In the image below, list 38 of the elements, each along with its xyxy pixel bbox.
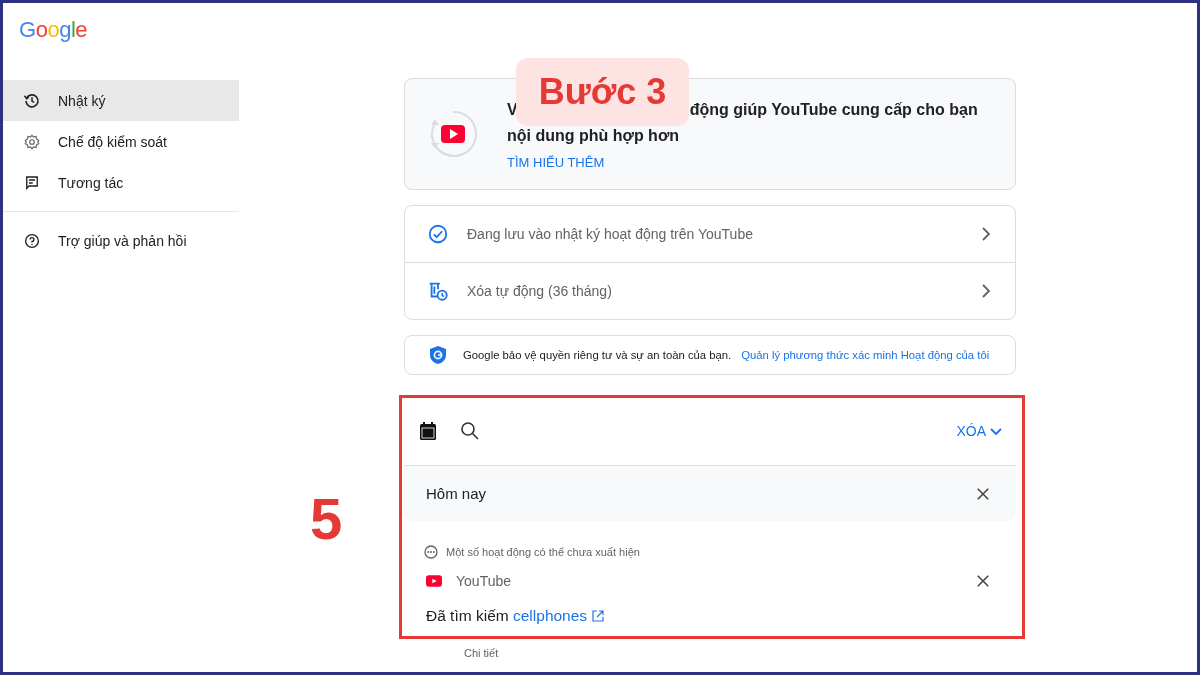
- close-icon[interactable]: [976, 574, 990, 588]
- activity-text: Đã tìm kiếm cellphones: [426, 607, 588, 625]
- notice-text: Một số hoạt động có thể chưa xuất hiện: [446, 546, 640, 558]
- google-shield-icon: [429, 345, 447, 365]
- chevron-right-icon: [979, 283, 993, 299]
- calendar-icon[interactable]: [418, 420, 438, 441]
- check-circle-icon: [427, 223, 449, 245]
- day-title: Hôm nay: [426, 485, 487, 502]
- source-name: YouTube: [456, 573, 512, 589]
- details-link[interactable]: Chi tiết: [464, 647, 499, 659]
- chevron-down-icon: [990, 425, 1002, 436]
- trash-clock-icon: [427, 280, 449, 302]
- history-icon: [23, 91, 41, 110]
- query-link[interactable]: cellphones: [513, 607, 588, 624]
- feedback-icon: [23, 173, 41, 192]
- card-title: nội dung phù hợp hơn: [507, 126, 681, 146]
- delete-dropdown-button[interactable]: XÓA: [956, 422, 1002, 439]
- settings-icon: [23, 132, 41, 151]
- sidebar-item[interactable]: Chế độ kiểm soát: [3, 121, 239, 162]
- more-circle-icon: [424, 545, 438, 559]
- verification-link[interactable]: Quản lý phương thức xác minh Hoạt động của tôi: [741, 349, 990, 361]
- settings-row[interactable]: Xóa tự động (36 tháng): [405, 262, 1015, 319]
- external-link-icon[interactable]: [592, 610, 605, 622]
- search-icon[interactable]: [460, 420, 480, 441]
- privacy-text: Google bảo vệ quyền riêng tư và sự an toàn của bạn.: [463, 349, 732, 361]
- sidebar-item[interactable]: Nhật ký: [3, 80, 239, 121]
- youtube-icon: [426, 575, 442, 587]
- step-badge: Bước 3: [516, 58, 689, 126]
- settings-row[interactable]: Đang lưu vào nhật ký hoạt động trên YouTube: [405, 206, 1015, 262]
- sidebar-item[interactable]: Trợ giúp và phản hồi: [3, 220, 239, 261]
- card-title: động giúp YouTube cung cấp cho bạn: [689, 100, 978, 120]
- google-logo[interactable]: Google: [3, 3, 87, 80]
- help-icon: [23, 231, 41, 250]
- sidebar-item[interactable]: Tương tác: [3, 162, 239, 203]
- chevron-right-icon: [979, 226, 993, 242]
- step-number: 5: [310, 485, 343, 552]
- learn-more-link[interactable]: TÌM HIỂU THÊM: [507, 155, 978, 170]
- close-icon[interactable]: [976, 486, 990, 501]
